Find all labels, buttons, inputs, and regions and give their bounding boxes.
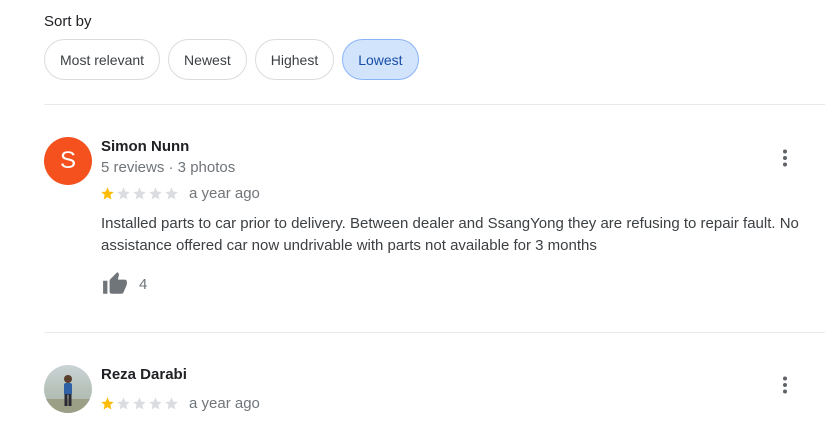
divider xyxy=(44,104,825,105)
star-empty-icon xyxy=(165,397,178,410)
sort-chips: Most relevant Newest Highest Lowest xyxy=(44,39,419,80)
avatar[interactable] xyxy=(44,365,92,413)
star-empty-icon xyxy=(149,187,162,200)
star-empty-icon xyxy=(149,397,162,410)
rating-row: a year ago xyxy=(100,395,260,412)
more-vert-icon xyxy=(783,149,787,167)
reviewer-name[interactable]: Reza Darabi xyxy=(101,366,187,383)
star-filled-icon xyxy=(101,187,114,200)
star-empty-icon xyxy=(117,187,130,200)
star-filled-icon xyxy=(101,397,114,410)
sort-chip-most-relevant[interactable]: Most relevant xyxy=(44,39,161,80)
star-rating xyxy=(100,396,179,411)
more-options-button[interactable] xyxy=(773,373,797,397)
sort-chip-highest[interactable]: Highest xyxy=(254,39,335,80)
sort-chip-newest[interactable]: Newest xyxy=(168,39,247,80)
thumb-up-icon xyxy=(103,272,127,294)
review-text: Installed parts to car prior to delivery… xyxy=(101,215,799,254)
divider xyxy=(44,332,825,333)
star-empty-icon xyxy=(133,397,146,410)
sort-chip-lowest[interactable]: Lowest xyxy=(342,39,419,80)
rating-row: a year ago xyxy=(100,185,260,202)
like-button[interactable]: 4 xyxy=(101,271,147,297)
more-options-button[interactable] xyxy=(773,146,797,170)
review-date: a year ago xyxy=(189,395,260,412)
like-count: 4 xyxy=(139,275,148,293)
star-empty-icon xyxy=(165,187,178,200)
star-empty-icon xyxy=(117,397,130,410)
avatar-photo xyxy=(44,365,92,413)
reviewer-name[interactable]: Simon Nunn xyxy=(101,138,189,155)
star-empty-icon xyxy=(133,187,146,200)
reviewer-meta: 5 reviews · 3 photos xyxy=(101,159,236,176)
star-rating xyxy=(100,186,179,201)
avatar[interactable]: S xyxy=(44,137,92,185)
more-vert-icon xyxy=(783,376,787,394)
sort-label: Sort by xyxy=(44,13,92,30)
review-date: a year ago xyxy=(189,185,260,202)
